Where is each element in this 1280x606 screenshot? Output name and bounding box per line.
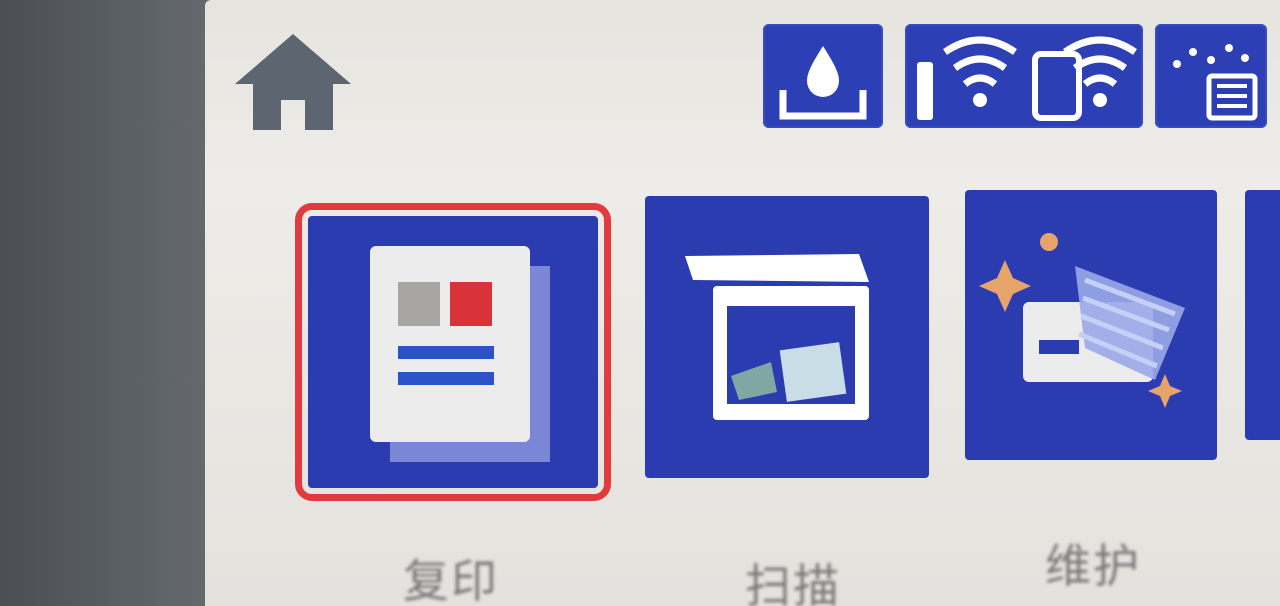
- scanner-icon: [685, 254, 869, 420]
- home-icon: [235, 34, 351, 130]
- device-bezel: [0, 0, 220, 606]
- settings-status-button[interactable]: [1155, 24, 1267, 128]
- wifi-status-icon: [917, 36, 1017, 120]
- maintenance-tile[interactable]: [965, 190, 1217, 460]
- scan-tile[interactable]: [645, 196, 929, 478]
- copy-document-icon: [370, 246, 550, 462]
- maintenance-label: 维护: [1045, 539, 1141, 593]
- wifi-direct-icon: [1032, 36, 1137, 121]
- ink-status-button[interactable]: [763, 24, 883, 128]
- printer-maintenance-icon: [979, 233, 1185, 408]
- copy-tile[interactable]: [295, 203, 611, 501]
- copy-label: 复印: [403, 554, 499, 606]
- home-button[interactable]: [233, 28, 353, 138]
- scan-label: 扫描: [745, 559, 841, 606]
- next-tile-partial[interactable]: [1245, 190, 1280, 440]
- printer-lcd-screen: 复印 扫描 维护: [205, 0, 1280, 606]
- network-status-button[interactable]: [905, 24, 1143, 128]
- ink-level-icon: [779, 46, 867, 120]
- wireless-setup-icon: [1173, 44, 1258, 121]
